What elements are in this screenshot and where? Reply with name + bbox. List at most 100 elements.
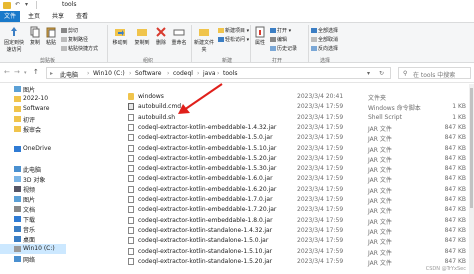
move-to-label: 移动到 [112, 40, 128, 46]
breadcrumb-separator: › [217, 70, 220, 77]
nav-item[interactable]: Win10 (C:) [0, 244, 66, 254]
refresh-icon[interactable]: ↻ [379, 70, 384, 77]
nav-item-label: OneDrive [23, 145, 52, 152]
file-row[interactable]: codeql-extractor-kotlin-embeddable-1.5.2… [122, 154, 472, 164]
nav-item[interactable]: 图片 [0, 194, 66, 204]
vertical-scrollbar[interactable] [469, 84, 474, 274]
new-folder-button[interactable]: 新建文件夹 [193, 26, 215, 53]
breadcrumb-software[interactable]: Software [135, 70, 161, 77]
easy-access-button[interactable]: 轻松访问 ▾ [218, 36, 249, 43]
red-annotation-arrow [178, 83, 223, 114]
file-name: windows [138, 93, 164, 100]
nav-item[interactable]: 初评 [0, 114, 66, 124]
search-input[interactable]: ⚲ 在 tools 中搜索 [398, 67, 471, 79]
file-icon [128, 154, 134, 162]
nav-item[interactable]: 报审会 [0, 124, 66, 134]
breadcrumb-tools[interactable]: tools [223, 70, 238, 77]
nav-item[interactable]: 音乐 [0, 224, 66, 234]
invert-selection-button[interactable]: 反向选择 [311, 45, 338, 52]
file-row[interactable]: codeql-extractor-kotlin-standalone-1.5.0… [122, 236, 472, 246]
nav-item[interactable]: 网络 [0, 254, 66, 264]
address-dropdown-icon[interactable]: ▾ [367, 70, 370, 77]
rename-button[interactable]: 重命名 [170, 26, 188, 46]
nav-item[interactable]: 桌面 [0, 234, 66, 244]
file-date: 2023/3/4 17:59 [297, 247, 344, 255]
recent-dropdown-icon[interactable]: ▾ [24, 70, 27, 76]
delete-button[interactable]: 删除 [154, 26, 168, 46]
edit-button[interactable]: 编辑 [270, 36, 287, 43]
tab-view[interactable]: 查看 [72, 11, 92, 22]
file-row[interactable]: codeql-extractor-kotlin-embeddable-1.5.1… [122, 144, 472, 154]
new-item-button[interactable]: 新建项目 ▾ [218, 27, 249, 34]
folder-icon [14, 96, 21, 102]
onedrive-icon [14, 146, 21, 152]
history-button[interactable]: 历史记录 [270, 45, 297, 52]
up-arrow-icon[interactable]: ↑ [33, 68, 39, 76]
nav-item[interactable]: Software [0, 104, 66, 114]
file-row[interactable]: codeql-extractor-kotlin-embeddable-1.7.0… [122, 195, 472, 205]
breadcrumb-java[interactable]: java [203, 70, 216, 77]
file-row[interactable]: codeql-extractor-kotlin-standalone-1.4.3… [122, 226, 472, 236]
nav-item[interactable]: 下载 [0, 214, 66, 224]
pin-quick-access-button[interactable]: 固定到快速访问 [2, 26, 26, 53]
folder-icon [14, 116, 21, 122]
breadcrumb-this-pc[interactable]: 此电脑 [60, 70, 78, 79]
nav-item[interactable]: 文档 [0, 204, 66, 214]
file-type: JAR 文件 [368, 228, 392, 236]
tab-file[interactable]: 文件 [0, 11, 20, 22]
nav-item-label: 下载 [23, 217, 36, 224]
file-row[interactable]: codeql-extractor-kotlin-embeddable-1.4.3… [122, 123, 472, 133]
nav-item[interactable]: 视频 [0, 184, 66, 194]
title-bar: ↶ ▾ tools [0, 0, 474, 11]
address-bar-row: ← → ▾ ↑ ▸ 此电脑 › Win10 (C:) › Software › … [0, 63, 474, 83]
file-name: codeql-extractor-kotlin-standalone-1.4.3… [138, 226, 273, 234]
file-row[interactable]: codeql-extractor-kotlin-embeddable-1.5.3… [122, 164, 472, 174]
file-row[interactable]: codeql-extractor-kotlin-embeddable-1.6.0… [122, 174, 472, 184]
nav-item[interactable]: 此电脑 [0, 164, 66, 174]
nav-item[interactable]: 2022-10 [0, 94, 66, 104]
select-all-button[interactable]: 全部选择 [311, 27, 338, 34]
back-arrow-icon[interactable]: ← [4, 68, 10, 76]
nav-item[interactable]: 图片 [0, 84, 66, 94]
file-name: codeql-extractor-kotlin-embeddable-1.4.3… [138, 123, 277, 131]
breadcrumb-codeql[interactable]: codeql [173, 70, 193, 77]
delete-label: 删除 [155, 40, 166, 46]
paste-shortcut-button[interactable]: 粘贴快捷方式 [61, 45, 98, 52]
edit-icon [270, 37, 276, 42]
file-row[interactable]: codeql-extractor-kotlin-standalone-1.5.2… [122, 257, 472, 267]
file-icon [128, 185, 134, 193]
file-row[interactable]: codeql-extractor-kotlin-standalone-1.5.1… [122, 247, 472, 257]
quick-access-undo-icon[interactable]: ↶ [15, 1, 20, 8]
copy-button[interactable]: 复制 [28, 26, 42, 46]
cut-button[interactable]: 剪切 [61, 27, 78, 34]
file-row[interactable]: codeql-extractor-kotlin-embeddable-1.7.2… [122, 205, 472, 215]
file-icon [128, 206, 134, 214]
move-to-button[interactable]: 移动到 [110, 26, 130, 46]
forward-arrow-icon[interactable]: → [14, 68, 20, 76]
breadcrumb-drive[interactable]: Win10 (C:) [93, 70, 125, 77]
scrollbar-thumb[interactable] [470, 88, 473, 208]
nav-item[interactable]: 3D 对象 [0, 174, 66, 184]
quick-access-dropdown-icon[interactable]: ▾ [25, 1, 28, 8]
file-icon [128, 196, 134, 203]
tab-home[interactable]: 主页 [24, 11, 44, 22]
copy-to-button[interactable]: 复制到 [132, 26, 152, 46]
properties-button[interactable]: 属性 [253, 26, 267, 46]
nav-item-label: 桌面 [23, 237, 36, 244]
select-all-icon [311, 28, 317, 33]
downloads-icon [14, 216, 21, 222]
file-row[interactable]: codeql-extractor-kotlin-embeddable-1.8.0… [122, 216, 472, 226]
paste-button[interactable]: 粘贴 [44, 26, 58, 46]
nav-item[interactable]: OneDrive [0, 144, 66, 154]
tab-share[interactable]: 共享 [48, 11, 68, 22]
address-bar[interactable]: ▸ 此电脑 › Win10 (C:) › Software › codeql ›… [46, 67, 391, 79]
open-button[interactable]: 打开 ▾ [270, 27, 291, 34]
file-row[interactable]: codeql-extractor-kotlin-embeddable-1.5.0… [122, 133, 472, 143]
file-size: 847 KB [444, 216, 466, 224]
select-none-button[interactable]: 全部取消 [311, 36, 338, 43]
file-row[interactable]: codeql-extractor-kotlin-embeddable-1.6.2… [122, 185, 472, 195]
copy-path-button[interactable]: 复制路径 [61, 36, 88, 43]
file-size: 847 KB [444, 165, 466, 173]
file-size: 847 KB [444, 247, 466, 255]
file-name: codeql-extractor-kotlin-embeddable-1.5.1… [138, 144, 277, 152]
